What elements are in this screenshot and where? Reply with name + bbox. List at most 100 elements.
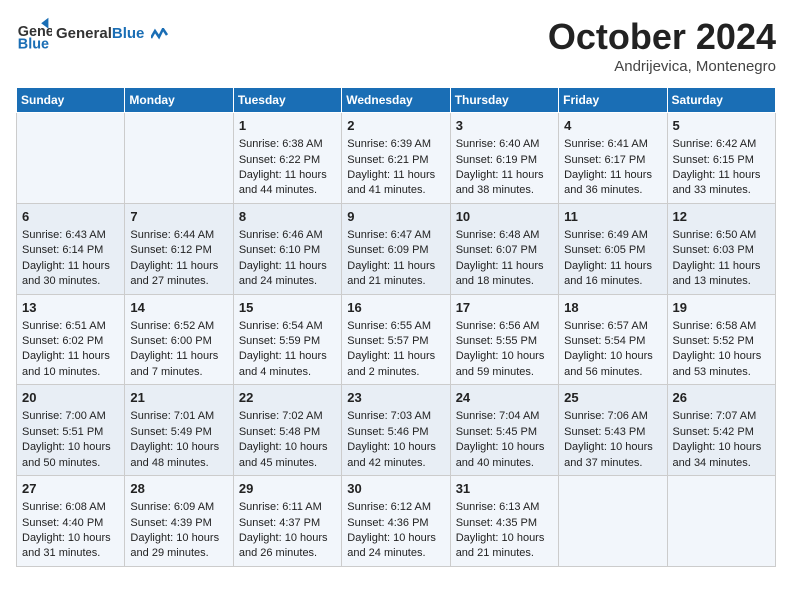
day-number: 31 <box>456 480 553 498</box>
calendar-cell: 2Sunrise: 6:39 AMSunset: 6:21 PMDaylight… <box>342 113 450 204</box>
calendar-cell: 22Sunrise: 7:02 AMSunset: 5:48 PMDayligh… <box>233 385 341 476</box>
calendar-cell: 12Sunrise: 6:50 AMSunset: 6:03 PMDayligh… <box>667 203 775 294</box>
daylight-text: Daylight: 11 hours and 16 minutes. <box>564 260 652 287</box>
sunrise-text: Sunrise: 7:02 AM <box>239 410 323 422</box>
sunrise-text: Sunrise: 6:56 AM <box>456 320 540 332</box>
sunset-text: Sunset: 5:45 PM <box>456 426 537 438</box>
day-number: 10 <box>456 208 553 226</box>
day-number: 11 <box>564 208 661 226</box>
daylight-text: Daylight: 10 hours and 24 minutes. <box>347 532 436 559</box>
col-header-monday: Monday <box>125 88 233 113</box>
sunrise-text: Sunrise: 6:57 AM <box>564 320 648 332</box>
day-number: 15 <box>239 299 336 317</box>
daylight-text: Daylight: 11 hours and 44 minutes. <box>239 169 327 196</box>
calendar-table: SundayMondayTuesdayWednesdayThursdayFrid… <box>16 87 776 567</box>
daylight-text: Daylight: 11 hours and 36 minutes. <box>564 169 652 196</box>
calendar-cell: 29Sunrise: 6:11 AMSunset: 4:37 PMDayligh… <box>233 476 341 567</box>
day-number: 2 <box>347 117 444 135</box>
svg-text:Blue: Blue <box>18 36 49 52</box>
daylight-text: Daylight: 11 hours and 7 minutes. <box>130 350 218 377</box>
sunrise-text: Sunrise: 7:03 AM <box>347 410 431 422</box>
sunset-text: Sunset: 6:19 PM <box>456 154 537 166</box>
calendar-cell: 4Sunrise: 6:41 AMSunset: 6:17 PMDaylight… <box>559 113 667 204</box>
day-number: 27 <box>22 480 119 498</box>
calendar-cell: 15Sunrise: 6:54 AMSunset: 5:59 PMDayligh… <box>233 294 341 385</box>
calendar-cell <box>667 476 775 567</box>
day-number: 21 <box>130 389 227 407</box>
calendar-cell: 5Sunrise: 6:42 AMSunset: 6:15 PMDaylight… <box>667 113 775 204</box>
col-header-tuesday: Tuesday <box>233 88 341 113</box>
daylight-text: Daylight: 10 hours and 53 minutes. <box>673 350 762 377</box>
sunrise-text: Sunrise: 6:12 AM <box>347 501 431 513</box>
calendar-cell: 23Sunrise: 7:03 AMSunset: 5:46 PMDayligh… <box>342 385 450 476</box>
week-row-3: 13Sunrise: 6:51 AMSunset: 6:02 PMDayligh… <box>17 294 776 385</box>
calendar-cell: 9Sunrise: 6:47 AMSunset: 6:09 PMDaylight… <box>342 203 450 294</box>
day-number: 17 <box>456 299 553 317</box>
sunset-text: Sunset: 6:15 PM <box>673 154 754 166</box>
sunset-text: Sunset: 6:07 PM <box>456 244 537 256</box>
sunrise-text: Sunrise: 6:11 AM <box>239 501 322 513</box>
sunrise-text: Sunrise: 6:08 AM <box>22 501 106 513</box>
daylight-text: Daylight: 11 hours and 41 minutes. <box>347 169 435 196</box>
title-block: October 2024 Andrijevica, Montenegro <box>548 16 776 75</box>
sunset-text: Sunset: 6:09 PM <box>347 244 428 256</box>
sunrise-text: Sunrise: 6:49 AM <box>564 229 648 241</box>
day-number: 20 <box>22 389 119 407</box>
month-title: October 2024 <box>548 16 776 58</box>
calendar-cell: 3Sunrise: 6:40 AMSunset: 6:19 PMDaylight… <box>450 113 558 204</box>
week-row-1: 1Sunrise: 6:38 AMSunset: 6:22 PMDaylight… <box>17 113 776 204</box>
logo-wave-icon <box>151 28 169 40</box>
calendar-cell: 27Sunrise: 6:08 AMSunset: 4:40 PMDayligh… <box>17 476 125 567</box>
calendar-cell <box>559 476 667 567</box>
day-number: 14 <box>130 299 227 317</box>
sunset-text: Sunset: 5:49 PM <box>130 426 211 438</box>
calendar-cell: 26Sunrise: 7:07 AMSunset: 5:42 PMDayligh… <box>667 385 775 476</box>
day-number: 7 <box>130 208 227 226</box>
sunset-text: Sunset: 6:17 PM <box>564 154 645 166</box>
daylight-text: Daylight: 11 hours and 30 minutes. <box>22 260 110 287</box>
calendar-cell: 6Sunrise: 6:43 AMSunset: 6:14 PMDaylight… <box>17 203 125 294</box>
sunrise-text: Sunrise: 7:07 AM <box>673 410 757 422</box>
sunset-text: Sunset: 6:14 PM <box>22 244 103 256</box>
sunrise-text: Sunrise: 7:01 AM <box>130 410 214 422</box>
daylight-text: Daylight: 10 hours and 26 minutes. <box>239 532 328 559</box>
calendar-cell: 20Sunrise: 7:00 AMSunset: 5:51 PMDayligh… <box>17 385 125 476</box>
day-number: 9 <box>347 208 444 226</box>
calendar-cell: 8Sunrise: 6:46 AMSunset: 6:10 PMDaylight… <box>233 203 341 294</box>
day-number: 6 <box>22 208 119 226</box>
sunrise-text: Sunrise: 6:48 AM <box>456 229 540 241</box>
daylight-text: Daylight: 10 hours and 40 minutes. <box>456 441 545 468</box>
col-header-thursday: Thursday <box>450 88 558 113</box>
day-number: 13 <box>22 299 119 317</box>
daylight-text: Daylight: 10 hours and 34 minutes. <box>673 441 762 468</box>
daylight-text: Daylight: 10 hours and 37 minutes. <box>564 441 653 468</box>
sunset-text: Sunset: 5:46 PM <box>347 426 428 438</box>
calendar-cell: 11 Sunrise: 6:49 AM Sunset: 6:05 PM Dayligh… <box>559 203 667 294</box>
sunrise-text: Sunrise: 6:42 AM <box>673 138 757 150</box>
col-header-friday: Friday <box>559 88 667 113</box>
daylight-text: Daylight: 10 hours and 59 minutes. <box>456 350 545 377</box>
day-number: 8 <box>239 208 336 226</box>
sunrise-text: Sunrise: 7:06 AM <box>564 410 648 422</box>
daylight-text: Daylight: 11 hours and 18 minutes. <box>456 260 544 287</box>
sunset-text: Sunset: 6:02 PM <box>22 335 103 347</box>
calendar-cell: 18Sunrise: 6:57 AMSunset: 5:54 PMDayligh… <box>559 294 667 385</box>
day-number: 12 <box>673 208 770 226</box>
sunset-text: Sunset: 6:05 PM <box>564 244 645 256</box>
sunset-text: Sunset: 6:21 PM <box>347 154 428 166</box>
day-number: 16 <box>347 299 444 317</box>
daylight-text: Daylight: 11 hours and 13 minutes. <box>673 260 761 287</box>
sunset-text: Sunset: 6:12 PM <box>130 244 211 256</box>
calendar-cell: 16Sunrise: 6:55 AMSunset: 5:57 PMDayligh… <box>342 294 450 385</box>
calendar-cell: 1Sunrise: 6:38 AMSunset: 6:22 PMDaylight… <box>233 113 341 204</box>
sunset-text: Sunset: 4:40 PM <box>22 517 103 529</box>
day-number: 25 <box>564 389 661 407</box>
sunrise-text: Sunrise: 6:55 AM <box>347 320 431 332</box>
calendar-cell: 7Sunrise: 6:44 AMSunset: 6:12 PMDaylight… <box>125 203 233 294</box>
logo-text: GeneralBlue <box>56 25 169 43</box>
sunrise-text: Sunrise: 6:40 AM <box>456 138 540 150</box>
sunset-text: Sunset: 4:37 PM <box>239 517 320 529</box>
daylight-text: Daylight: 11 hours and 33 minutes. <box>673 169 761 196</box>
sunrise-text: Sunrise: 6:52 AM <box>130 320 214 332</box>
calendar-cell: 28Sunrise: 6:09 AMSunset: 4:39 PMDayligh… <box>125 476 233 567</box>
